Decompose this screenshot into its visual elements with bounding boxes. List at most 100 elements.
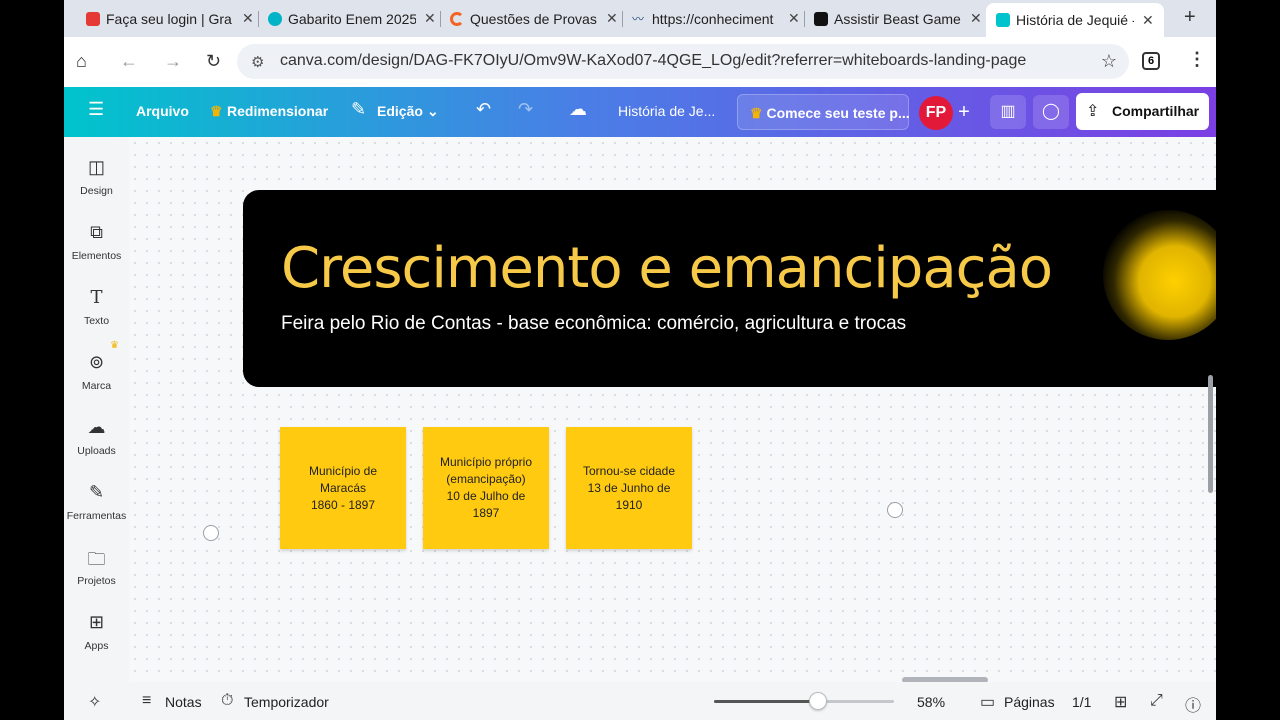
site-settings-icon[interactable]: ⚙ <box>251 53 264 71</box>
document-title[interactable]: História de Je... <box>618 103 715 119</box>
sidebar-item-label: Design <box>80 185 113 197</box>
browser-menu-icon[interactable]: ⋮ <box>1188 49 1206 70</box>
comment-icon[interactable]: ◯ <box>1033 95 1069 129</box>
sidebar-item-text[interactable]: T Texto <box>64 287 129 327</box>
upload-icon: ☁ <box>87 417 106 437</box>
timer-button[interactable]: Temporizador <box>244 694 329 710</box>
url-field[interactable]: ⚙ canva.com/design/DAG-FK7OIyU/Omv9W-KaX… <box>237 44 1129 79</box>
sticky-note-text: Tornou-se cidade 13 de Junho de 1910 <box>582 463 676 512</box>
questoes-favicon-icon <box>450 11 464 26</box>
trial-button[interactable]: ♛ Comece seu teste p... <box>737 94 910 130</box>
sidebar-item-design[interactable]: ◫ Design <box>64 157 129 197</box>
bottom-bar: ✧ ≡ Notas ⏱ Temporizador 58% ▭ Páginas 1… <box>64 682 1216 720</box>
trial-label: ♛ Comece seu teste p... <box>750 105 910 121</box>
tab-title: Faça seu login | Gra <box>106 10 232 27</box>
page-count[interactable]: 1/1 <box>1072 694 1091 710</box>
notes-icon: ≡ <box>142 692 152 709</box>
magic-icon[interactable]: ✧ <box>88 692 101 712</box>
tab-login[interactable]: Faça seu login | Gra ✕ <box>86 4 254 33</box>
back-icon[interactable]: ← <box>120 51 138 72</box>
gabarito-favicon-icon <box>268 11 282 26</box>
canva-favicon-icon <box>996 13 1010 27</box>
undo-icon[interactable]: ↶ <box>476 99 491 120</box>
elements-icon: ⧉ <box>90 222 103 242</box>
cloud-saved-icon[interactable]: ☁ <box>569 99 587 120</box>
beast-games-favicon-icon <box>814 11 828 26</box>
close-icon[interactable]: ✕ <box>424 10 436 27</box>
crown-icon: ♛ <box>750 105 767 121</box>
sidebar-item-projects[interactable]: 🗀 Projetos <box>64 547 129 587</box>
sidebar-item-uploads[interactable]: ☁ Uploads <box>64 417 129 457</box>
address-bar: ⌂ ← → ↻ ⚙ canva.com/design/DAG-FK7OIyU/O… <box>64 37 1216 87</box>
edit-menu[interactable]: Edição <box>377 103 423 119</box>
close-icon[interactable]: ✕ <box>788 10 800 27</box>
sidebar-item-label: Texto <box>83 315 110 327</box>
brand-icon: ⊚ <box>88 352 105 372</box>
notes-button[interactable]: Notas <box>165 694 202 710</box>
sidebar-item-tools[interactable]: ✎ Ferramentas <box>64 482 129 522</box>
bookmark-star-icon[interactable]: ☆ <box>1101 51 1117 72</box>
grid-view-icon[interactable]: ⊞ <box>1114 692 1127 712</box>
sidebar-item-brand[interactable]: ⊚ Marca <box>64 352 129 392</box>
close-icon[interactable]: ✕ <box>242 10 254 27</box>
connector-handle[interactable] <box>887 502 903 518</box>
conhecimento-favicon-icon: 〰 <box>632 11 645 26</box>
apps-icon: ⊞ <box>88 612 105 632</box>
tab-beast-games[interactable]: Assistir Beast Game ✕ <box>814 4 982 33</box>
tab-historia-jequie[interactable]: História de Jequié - ✕ <box>986 3 1164 37</box>
connector-handle[interactable] <box>203 525 219 541</box>
zoom-slider[interactable] <box>714 692 894 710</box>
tab-title: https://conheciment <box>652 10 774 27</box>
banner-title[interactable]: Crescimento e emancipação <box>281 236 1053 301</box>
sticky-note[interactable]: Município de Maracás 1860 - 1897 <box>280 427 406 549</box>
sidebar-item-label: Projetos <box>77 575 116 587</box>
tab-conhecimento[interactable]: 〰 https://conheciment ✕ <box>632 4 800 33</box>
tab-gabarito[interactable]: Gabarito Enem 2025 ✕ <box>268 4 436 33</box>
avatar[interactable]: FP <box>919 96 953 130</box>
close-icon[interactable]: ✕ <box>606 10 618 27</box>
title-banner[interactable]: Crescimento e emancipação Feira pelo Rio… <box>243 190 1216 387</box>
tab-questoes[interactable]: Questões de Provas ✕ <box>450 4 618 33</box>
vertical-scrollbar[interactable] <box>1208 375 1213 493</box>
pages-button[interactable]: Páginas <box>1004 694 1055 710</box>
tab-title: História de Jequié - <box>1016 12 1134 28</box>
crown-icon: ♛ <box>110 340 119 351</box>
zoom-slider-fill <box>714 700 818 703</box>
banner-subtitle[interactable]: Feira pelo Rio de Contas - base econômic… <box>281 313 906 335</box>
file-menu[interactable]: Arquivo <box>136 103 189 119</box>
close-icon[interactable]: ✕ <box>1142 12 1154 29</box>
fullscreen-icon[interactable]: ⤢ <box>1150 692 1163 710</box>
side-panel: ◫ Design ⧉ Elementos T Texto ♛ ⊚ Marca ☁… <box>64 137 129 720</box>
forward-icon[interactable]: → <box>164 51 182 72</box>
resize-button[interactable]: Redimensionar <box>227 103 328 119</box>
tab-bar: Faça seu login | Gra ✕ Gabarito Enem 202… <box>64 0 1216 37</box>
sidebar-item-apps[interactable]: ⊞ Apps <box>64 612 129 652</box>
tab-title: Gabarito Enem 2025 <box>288 10 416 27</box>
close-icon[interactable]: ✕ <box>970 10 982 27</box>
timer-icon: ⏱ <box>221 692 234 709</box>
browser-window: Faça seu login | Gra ✕ Gabarito Enem 202… <box>64 0 1216 720</box>
tab-title: Questões de Provas <box>470 10 597 27</box>
chevron-down-icon[interactable]: ⌄ <box>427 103 439 120</box>
url-text: canva.com/design/DAG-FK7OIyU/Omv9W-KaXod… <box>280 52 1027 69</box>
new-tab-icon[interactable]: + <box>1184 6 1196 29</box>
design-icon: ◫ <box>87 157 105 177</box>
sticky-note[interactable]: Tornou-se cidade 13 de Junho de 1910 <box>566 427 692 549</box>
help-icon[interactable]: ⓘ <box>1185 692 1201 716</box>
whiteboard-canvas[interactable]: Crescimento e emancipação Feira pelo Rio… <box>129 137 1216 682</box>
sidebar-item-elements[interactable]: ⧉ Elementos <box>64 222 129 262</box>
sticky-note[interactable]: Município próprio (emancipação) 10 de Ju… <box>423 427 549 549</box>
zoom-slider-knob[interactable] <box>809 692 827 710</box>
zoom-level[interactable]: 58% <box>917 694 945 710</box>
glow-decoration <box>1103 210 1216 340</box>
home-icon[interactable]: ⌂ <box>76 51 87 72</box>
insights-chart-icon[interactable]: ▥ <box>990 95 1026 129</box>
share-button[interactable]: ⇪ Compartilhar <box>1076 93 1209 130</box>
login-favicon-icon <box>86 11 100 26</box>
add-collaborator-icon[interactable]: + <box>950 99 978 127</box>
redo-icon[interactable]: ↷ <box>518 99 533 120</box>
hamburger-menu-icon[interactable]: ☰ <box>88 99 104 120</box>
reload-icon[interactable]: ↻ <box>206 51 221 72</box>
tab-count[interactable]: 6 <box>1142 52 1160 70</box>
folder-icon: 🗀 <box>87 549 106 569</box>
